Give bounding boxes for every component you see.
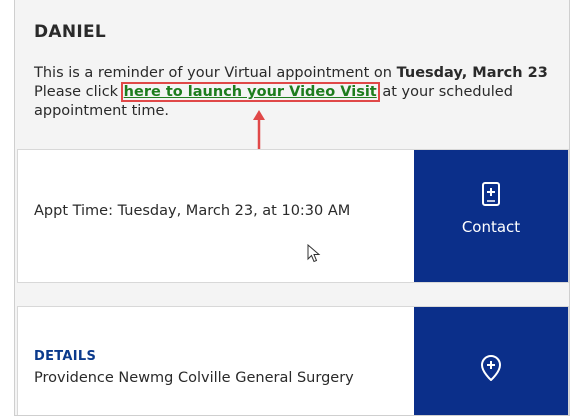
launch-video-visit-link[interactable]: here to launch your Video Visit bbox=[120, 82, 380, 102]
appointment-date: Tuesday, March 23 bbox=[396, 65, 548, 81]
mouse-cursor-icon bbox=[307, 244, 321, 263]
annotation-arrow-icon bbox=[253, 110, 265, 152]
appointment-time: Appt Time: Tuesday, March 23, at 10:30 A… bbox=[34, 203, 351, 219]
map-pin-plus-icon bbox=[481, 355, 501, 381]
phone-plus-icon bbox=[482, 182, 500, 206]
reminder-line1-text: This is a reminder of your Virtual appoi… bbox=[34, 65, 397, 81]
details-heading: DETAILS bbox=[34, 349, 97, 364]
appointment-reminder-panel: DANIEL This is a reminder of your Virtua… bbox=[14, 0, 570, 416]
contact-label: Contact bbox=[461, 218, 521, 236]
patient-name: DANIEL bbox=[34, 22, 107, 42]
reminder-line2-text: Please click bbox=[34, 84, 123, 100]
reminder-message: This is a reminder of your Virtual appoi… bbox=[34, 64, 564, 121]
details-card: DETAILS Providence Newmg Colville Genera… bbox=[17, 306, 569, 415]
contact-button[interactable]: Contact bbox=[414, 150, 568, 282]
clinic-location: Providence Newmg Colville General Surger… bbox=[34, 370, 354, 386]
appointment-time-card: Appt Time: Tuesday, March 23, at 10:30 A… bbox=[17, 149, 569, 283]
location-button[interactable] bbox=[414, 307, 568, 415]
